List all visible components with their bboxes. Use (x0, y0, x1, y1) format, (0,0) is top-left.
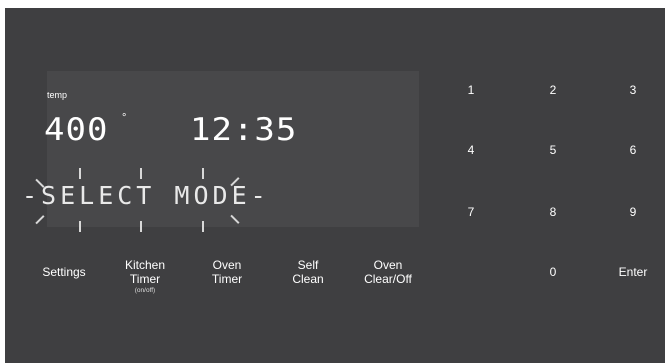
keypad-8[interactable]: 8 (533, 205, 573, 219)
flash-ray (202, 168, 204, 179)
select-mode-text: -SELECT MODE- (22, 181, 270, 210)
settings-key[interactable]: Settings (24, 265, 104, 279)
temp-label: temp (47, 90, 68, 100)
kitchen-timer-line2: Timer (129, 272, 161, 286)
kitchen-timer-line1: Kitchen (124, 258, 166, 272)
keypad-3[interactable]: 3 (613, 83, 653, 97)
oven-timer-line1: Oven (212, 258, 242, 272)
settings-key-label: Settings (42, 265, 86, 279)
degree-symbol: ° (122, 112, 127, 124)
keypad-7[interactable]: 7 (451, 205, 491, 219)
self-clean-key[interactable]: Self Clean (268, 258, 348, 286)
temperature-readout: 400 (44, 111, 109, 149)
keypad-6[interactable]: 6 (613, 143, 653, 157)
keypad-5[interactable]: 5 (533, 143, 573, 157)
enter-key[interactable]: Enter (613, 265, 653, 279)
keypad-4[interactable]: 4 (451, 143, 491, 157)
flash-ray (79, 221, 81, 232)
flash-ray (202, 221, 204, 232)
oven-clear-line1: Oven (373, 258, 403, 272)
keypad-2[interactable]: 2 (533, 83, 573, 97)
kitchen-timer-sub: (on/off) (134, 287, 156, 294)
oven-clear-line2: Clear/Off (364, 272, 412, 286)
keypad-0[interactable]: 0 (533, 265, 573, 279)
oven-timer-key[interactable]: Oven Timer (187, 258, 267, 286)
clock-readout: 12:35 (190, 111, 298, 149)
kitchen-timer-key[interactable]: Kitchen Timer (on/off) (105, 258, 185, 295)
oven-timer-line2: Timer (211, 272, 243, 286)
keypad-9[interactable]: 9 (613, 205, 653, 219)
keypad-1[interactable]: 1 (451, 83, 491, 97)
flash-ray (140, 168, 142, 179)
self-clean-line1: Self (297, 258, 319, 272)
self-clean-line2: Clean (292, 272, 324, 286)
flash-ray (140, 221, 142, 232)
oven-clear-off-key[interactable]: Oven Clear/Off (348, 258, 428, 286)
flash-ray (79, 168, 81, 179)
